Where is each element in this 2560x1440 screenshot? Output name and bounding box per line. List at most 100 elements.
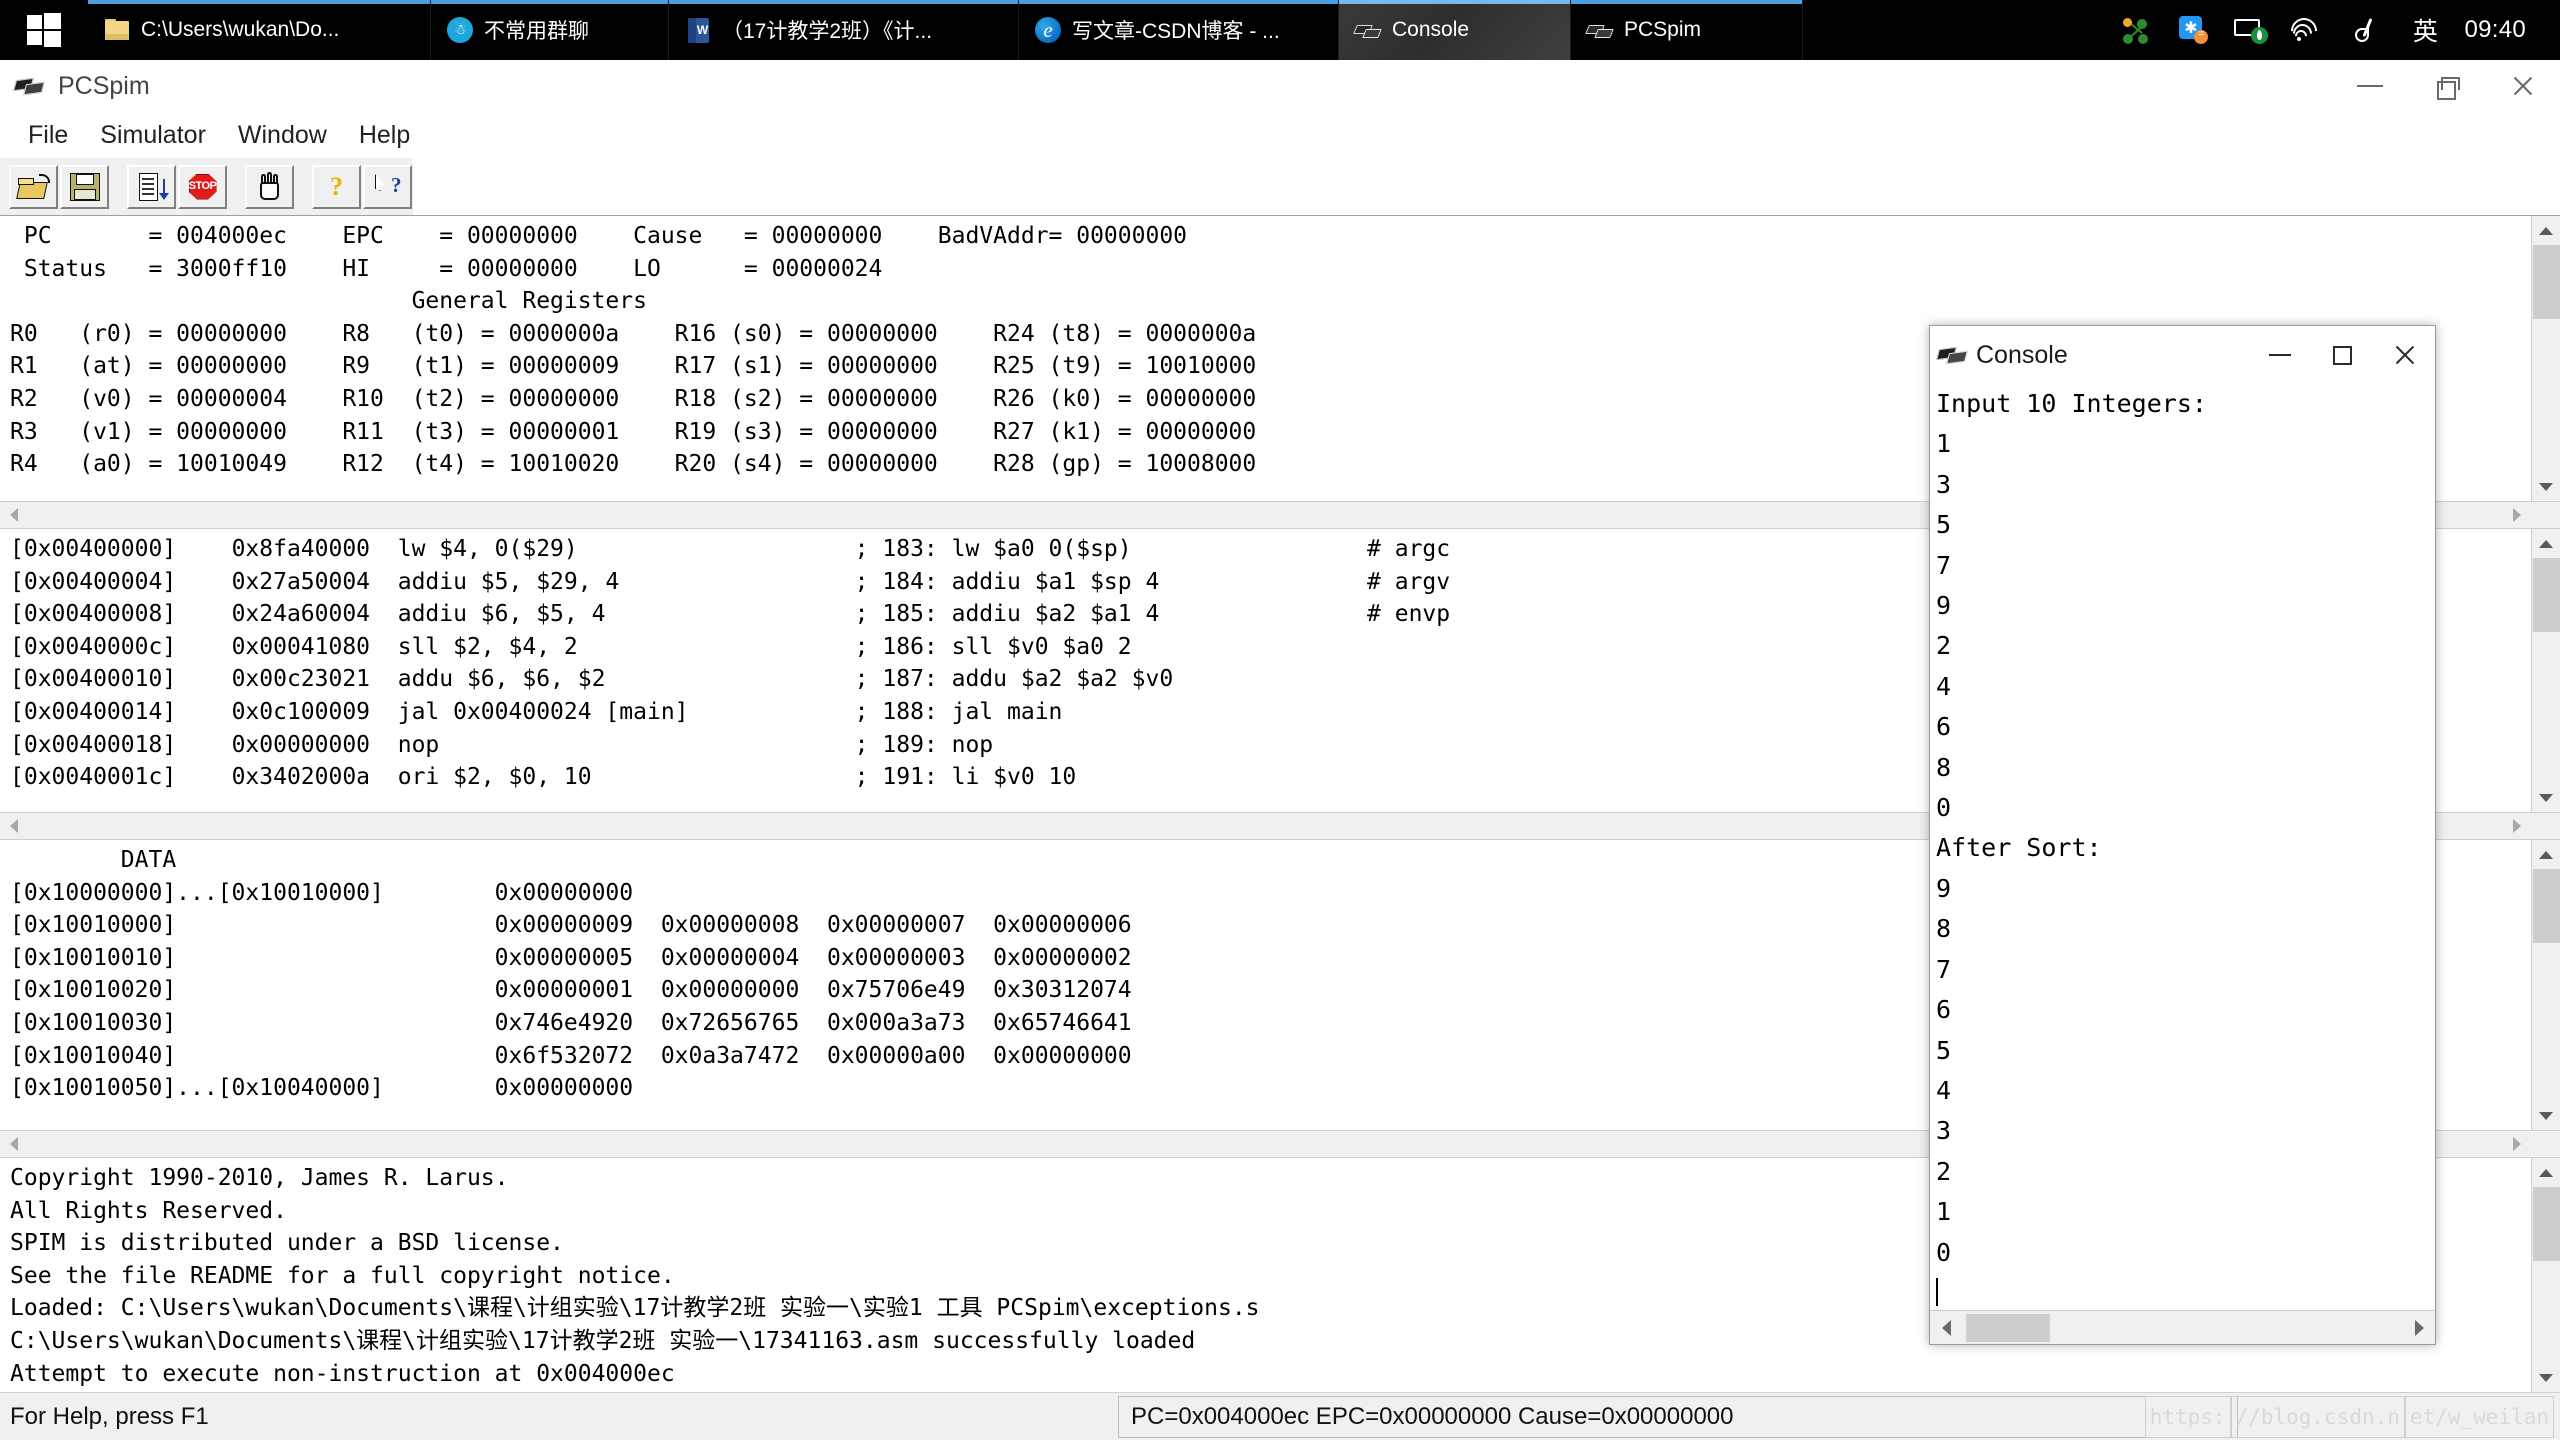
text-segment-vertical-scrollbar[interactable]: [2531, 529, 2560, 812]
window-titlebar[interactable]: PCSpim: [0, 60, 2560, 112]
restore-icon: [2436, 76, 2460, 100]
arrow-question-icon: ?: [374, 173, 402, 201]
scroll-up-icon[interactable]: [2532, 216, 2560, 245]
open-folder-icon: [15, 173, 50, 200]
start-button[interactable]: [0, 0, 88, 60]
status-registers: PC=0x004000ec EPC=0x00000000 Cause=0x000…: [1118, 1396, 2238, 1438]
window-title: PCSpim: [58, 71, 150, 100]
scroll-down-icon[interactable]: [2532, 472, 2560, 501]
taskbar-item-label: 写文章-CSDN博客 - ...: [1072, 20, 1280, 43]
stop-sign-icon: STOP: [188, 173, 218, 201]
minimize-icon: [2269, 354, 2291, 356]
floppy-disk-icon: [69, 172, 100, 201]
scroll-right-icon[interactable]: [2503, 812, 2531, 840]
taskbar-item-label: C:\Users\wukan\Do...: [141, 18, 340, 41]
stop-label: STOP: [188, 179, 217, 192]
menu-help[interactable]: Help: [343, 119, 426, 152]
help-button[interactable]: ?: [312, 164, 361, 209]
console-close-button[interactable]: [2373, 326, 2435, 384]
taskbar-item-edge-csdn[interactable]: e 写文章-CSDN博客 - ...: [1019, 0, 1339, 60]
spim-console-icon: [1585, 15, 1615, 45]
toolbar-empty-area: [413, 157, 2560, 216]
scroll-up-icon[interactable]: [2532, 529, 2560, 558]
scroll-down-icon[interactable]: [2532, 1363, 2560, 1392]
taskbar-item-console[interactable]: Console: [1339, 0, 1571, 60]
scrollbar-thumb[interactable]: [2532, 245, 2560, 319]
netease-music-icon[interactable]: ✱: [2164, 0, 2222, 60]
console-output-text: Input 10 Integers: 1 3 5 7 9 2 4 6 8 0 A…: [1936, 389, 2207, 1267]
scroll-right-icon[interactable]: [2503, 501, 2531, 529]
ime-label: 英: [2412, 17, 2438, 46]
taskbar-item-qq-group[interactable]: ☃ 不常用群聊: [431, 0, 669, 60]
taskbar-item-label: （17计教学2班）《计...: [722, 20, 933, 43]
window-close-button[interactable]: [2484, 60, 2560, 112]
context-help-button[interactable]: ?: [363, 164, 412, 209]
clock[interactable]: 09:40: [2454, 16, 2542, 44]
scrollbar-thumb[interactable]: [2532, 1187, 2560, 1261]
network-nodes-icon[interactable]: [2106, 0, 2164, 60]
console-output[interactable]: Input 10 Integers: 1 3 5 7 9 2 4 6 8 0 A…: [1930, 384, 2435, 1310]
scroll-left-icon[interactable]: [0, 1130, 28, 1158]
window-minimize-button[interactable]: [2332, 60, 2408, 112]
console-titlebar[interactable]: Console: [1930, 326, 2435, 384]
scroll-right-icon[interactable]: [2403, 1312, 2435, 1344]
taskbar-item-label: 不常用群聊: [484, 20, 589, 43]
break-button[interactable]: [245, 164, 294, 209]
ime-indicator[interactable]: 英: [2396, 0, 2454, 60]
qq-icon: ☃: [445, 15, 475, 45]
open-file-button[interactable]: [9, 164, 58, 209]
status-hint: For Help, press F1: [10, 1402, 209, 1430]
screen-capture-icon[interactable]: [2222, 0, 2280, 60]
menu-file[interactable]: File: [12, 119, 84, 152]
taskbar-item-word[interactable]: W （17计教学2班）《计...: [669, 0, 1019, 60]
console-horizontal-scrollbar[interactable]: [1930, 1310, 2435, 1344]
console-minimize-button[interactable]: [2249, 326, 2311, 384]
spim-console-icon: [1936, 341, 1968, 369]
menu-bar: File Simulator Window Help: [0, 112, 2560, 158]
registers-vertical-scrollbar[interactable]: [2531, 216, 2560, 501]
console-maximize-button[interactable]: [2311, 326, 2373, 384]
wifi-icon[interactable]: [2280, 0, 2338, 60]
taskbar-item-highlight: [1019, 0, 1338, 4]
stop-button[interactable]: STOP: [178, 164, 227, 209]
question-mark-icon: ?: [330, 171, 343, 201]
scroll-left-icon[interactable]: [1930, 1312, 1962, 1344]
taskbar-item-pcspim[interactable]: PCSpim: [1571, 0, 1803, 60]
console-title: Console: [1976, 340, 2068, 369]
toolbar: STOP ? ?: [0, 157, 2560, 216]
scroll-down-icon[interactable]: [2532, 783, 2560, 812]
list-step-icon: [138, 172, 169, 201]
taskbar-item-highlight: [669, 0, 1018, 4]
taskbar-item-explorer[interactable]: C:\Users\wukan\Do...: [88, 0, 431, 60]
scrollbar-thumb[interactable]: [2532, 869, 2560, 943]
taskbar-item-highlight: [1339, 0, 1570, 4]
scroll-left-icon[interactable]: [0, 812, 28, 840]
spim-console-icon: [1353, 15, 1383, 45]
messages-vertical-scrollbar[interactable]: [2531, 1158, 2560, 1392]
window-maximize-button[interactable]: [2408, 60, 2484, 112]
text-caret: [1936, 1277, 1938, 1306]
pen-icon[interactable]: [2338, 0, 2396, 60]
scroll-right-icon[interactable]: [2503, 1130, 2531, 1158]
run-step-button[interactable]: [127, 164, 176, 209]
menu-simulator[interactable]: Simulator: [84, 119, 222, 152]
scrollbar-thumb[interactable]: [2532, 558, 2560, 632]
status-bar: For Help, press F1 PC=0x004000ec EPC=0x0…: [0, 1392, 2560, 1440]
word-icon: W: [683, 15, 713, 45]
scroll-up-icon[interactable]: [2532, 840, 2560, 869]
save-file-button[interactable]: [60, 164, 109, 209]
scroll-down-icon[interactable]: [2532, 1101, 2560, 1130]
scrollbar-thumb[interactable]: [1966, 1313, 2050, 1342]
pcspim-icon: [13, 70, 46, 102]
taskbar: C:\Users\wukan\Do... ☃ 不常用群聊 W （17计教学2班）…: [0, 0, 2560, 60]
system-tray: ✱ 英 09:40: [2106, 0, 2560, 60]
console-window[interactable]: Console Input 10 Integers: 1 3 5 7 9 2 4…: [1929, 325, 2436, 1345]
close-icon: [2393, 344, 2415, 366]
data-segment-vertical-scrollbar[interactable]: [2531, 840, 2560, 1130]
menu-window[interactable]: Window: [222, 119, 343, 152]
scroll-up-icon[interactable]: [2532, 1158, 2560, 1187]
taskbar-item-highlight: [88, 0, 430, 4]
scroll-left-icon[interactable]: [0, 501, 28, 529]
maximize-icon: [2332, 345, 2352, 365]
taskbar-item-highlight: [1571, 0, 1802, 4]
